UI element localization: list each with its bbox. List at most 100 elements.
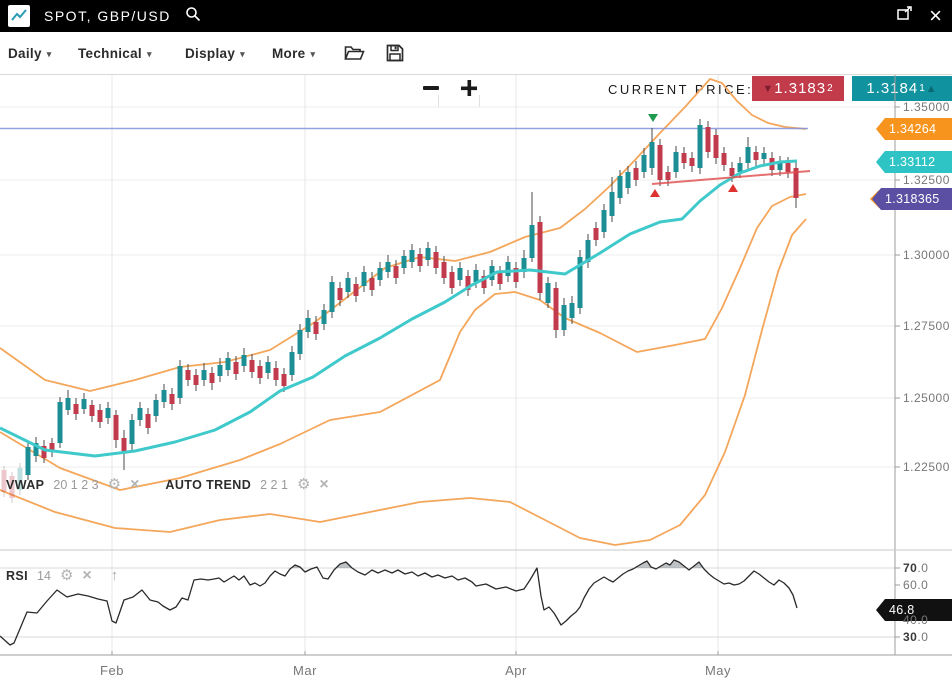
candle: [482, 270, 487, 294]
price-axis-label: 1.30000: [903, 248, 950, 262]
candle: [274, 361, 279, 386]
candle: [562, 298, 567, 336]
upper-band-price-badge: 1.34264: [876, 118, 952, 140]
close-icon[interactable]: ×: [82, 570, 91, 582]
close-icon[interactable]: ×: [319, 479, 328, 491]
candle: [514, 262, 519, 288]
candle: [50, 438, 55, 457]
candle: [458, 262, 463, 286]
trading-app-window: SPOT, GBP/USD × Daily▾ Technical▾ Displa…: [0, 0, 952, 682]
gear-icon[interactable]: ⚙: [297, 479, 310, 491]
candle: [658, 139, 663, 186]
candle: [378, 262, 383, 286]
candle: [98, 404, 103, 428]
candle: [242, 348, 247, 372]
candle: [754, 146, 759, 166]
candle: [634, 161, 639, 186]
rsi-axis-label: 60.0: [903, 578, 928, 592]
candle: [706, 121, 711, 158]
rsi-overbought-fill: [0, 560, 797, 645]
candle: [66, 390, 71, 415]
candle: [170, 388, 175, 410]
candle: [330, 276, 335, 318]
candle: [306, 310, 311, 338]
candle: [498, 266, 503, 290]
candle: [522, 250, 527, 278]
candle: [386, 255, 391, 278]
candle: [554, 282, 559, 338]
rsi-indicator-row: RSI 14 ⚙ × ↑: [6, 567, 118, 584]
candle: [418, 248, 423, 272]
close-icon[interactable]: ×: [130, 479, 139, 491]
candle: [74, 398, 79, 420]
vwap-line: [0, 161, 797, 456]
candle: [138, 402, 143, 426]
candle: [402, 250, 407, 274]
candle: [746, 137, 751, 170]
candle: [226, 352, 231, 376]
chart-canvas[interactable]: [0, 0, 952, 682]
sell-signal-marker-icon: [648, 114, 658, 122]
candle: [114, 410, 119, 448]
candle: [762, 147, 767, 165]
candle: [794, 162, 799, 208]
candle: [210, 367, 215, 390]
candle: [258, 360, 263, 384]
candle: [82, 393, 87, 414]
candle: [90, 400, 95, 422]
gear-icon[interactable]: ⚙: [60, 570, 73, 582]
gear-icon[interactable]: ⚙: [108, 479, 121, 491]
last-price-badge: 1.318365: [872, 188, 952, 210]
candle: [106, 402, 111, 424]
buy-signal-marker-icon: [728, 184, 738, 192]
collapse-pane-icon[interactable]: ↑: [111, 567, 119, 584]
candle: [690, 152, 695, 172]
candle: [362, 266, 367, 292]
candle: [122, 430, 127, 470]
price-axis-label: 1.35000: [903, 100, 950, 114]
candle: [682, 147, 687, 169]
rsi-axis-label: 40.0: [903, 613, 928, 627]
rsi-indicator-label: RSI: [6, 569, 28, 583]
candle: [594, 222, 599, 246]
candle: [426, 242, 431, 266]
candle: [354, 277, 359, 302]
candle: [434, 246, 439, 274]
vwap-indicator-label: VWAP: [6, 478, 44, 492]
candle: [698, 119, 703, 174]
candle: [202, 363, 207, 386]
candle: [650, 128, 655, 175]
price-axis-label: 1.22500: [903, 460, 950, 474]
candle: [58, 397, 63, 448]
price-axis-label: 1.25000: [903, 391, 950, 405]
candle: [578, 250, 583, 314]
rsi-params: 14: [37, 569, 51, 583]
candle: [162, 384, 167, 408]
bollinger-upper-band: [0, 79, 806, 391]
candle: [186, 364, 191, 386]
price-axis-label: 1.27500: [903, 319, 950, 333]
candle: [26, 442, 31, 480]
autotrend-params: 2 2 1: [260, 478, 288, 492]
candle: [146, 408, 151, 434]
rsi-axis-label: 30.0: [903, 630, 928, 644]
candle: [178, 360, 183, 404]
candle: [618, 170, 623, 204]
candle: [194, 369, 199, 391]
rsi-line: [0, 560, 797, 645]
candle: [538, 216, 543, 300]
candle: [290, 346, 295, 381]
candle: [602, 204, 607, 238]
overlay-indicator-row: VWAP 20 1 2 3 ⚙ × AUTO TREND 2 2 1 ⚙ ×: [6, 478, 329, 492]
bollinger-lower-band: [0, 194, 806, 490]
candle: [410, 244, 415, 268]
buy-signal-marker-icon: [650, 189, 660, 197]
candle: [722, 147, 727, 171]
vwap-params: 20 1 2 3: [53, 478, 98, 492]
rsi-axis-label: 70.0: [903, 561, 928, 575]
candle: [250, 354, 255, 378]
candle: [546, 277, 551, 308]
time-axis-label: Mar: [293, 663, 317, 678]
candle: [130, 414, 135, 450]
time-axis-label: May: [705, 663, 731, 678]
